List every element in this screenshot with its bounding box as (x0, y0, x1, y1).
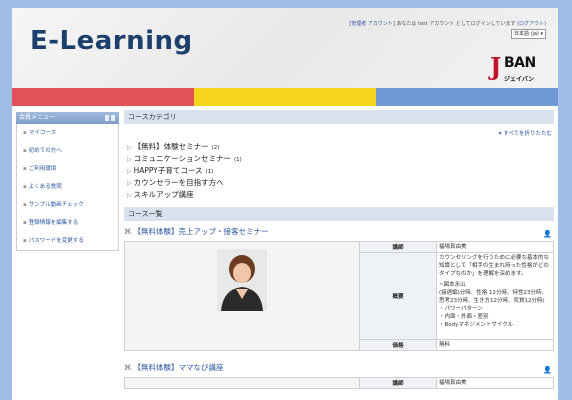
bullet-icon: ▪ (23, 130, 27, 136)
category-count: (1) (233, 157, 242, 163)
member-menu-list: ▪ マイコース ▪ 初めての方へ ▪ ご利用環境 ▪ よくある質問 ▪ サンプル動画チェッ… (16, 124, 119, 251)
bullet-icon: ▪ (23, 238, 27, 244)
course-icon: ⌘ (124, 227, 132, 236)
triangle-right-icon: ▷ (127, 180, 132, 187)
category-item[interactable]: ▷ 【無料】体験セミナー (2) (124, 141, 554, 153)
jban-logo: J BAN ジェイバン (490, 52, 546, 86)
overview-line: ・内面・外面・差別 (439, 314, 489, 320)
brand-kana: ジェイバン (504, 76, 535, 83)
sidebar-item-label: サンプル動画チェック (28, 202, 84, 208)
person-icon: 👤 (543, 230, 552, 238)
overview-paragraph: カウンセリングを行うために必要な基本的な知識として「相手の生まれ持った性格がどの… (439, 255, 550, 277)
bullet-icon: ▪ (23, 220, 27, 226)
person-icon: 👤 (543, 366, 552, 374)
instructor-name: 福場真由美 (436, 377, 554, 389)
category-name: 【無料】体験セミナー (133, 142, 209, 151)
collapse-all-link[interactable]: ▾ すべてを折りたたむ (124, 129, 552, 137)
course-info-table: 講師 福場真由美 (124, 377, 554, 389)
sidebar-item-my-courses[interactable]: ▪ マイコース (17, 124, 118, 142)
overview-line: ・Bodyマネジメントサイクル (439, 322, 514, 328)
bullet-icon: ▪ (23, 148, 27, 154)
category-count: (2) (211, 145, 220, 151)
sidebar-item-label: ご利用環境 (28, 166, 57, 172)
instructor-label: 講師 (359, 241, 437, 253)
instructor-photo-cell (124, 377, 360, 389)
color-stripes (12, 88, 558, 106)
category-item[interactable]: ▷ カウンセラーを目指す方へ (124, 177, 554, 189)
category-name: カウンセラーを目指す方へ (133, 178, 224, 187)
sidebar-item-label: 初めての方へ (28, 148, 62, 154)
overview-line: (接遇編)分時、性格 12分時、特性23分時、思考23分時、生き方12分時、気質… (439, 290, 548, 304)
overview-text: カウンセリングを行うために必要な基本的な知識として「相手の生まれ持った性格がどの… (436, 252, 554, 340)
triangle-right-icon: ▷ (127, 156, 132, 163)
block-controls-icon[interactable] (105, 115, 115, 121)
page: E-Learning [管理者 アカウント] あなたは test アカウント と… (12, 8, 558, 400)
instructor-photo (217, 249, 267, 311)
instructor-photo-cell (124, 241, 360, 351)
category-item[interactable]: ▷ スキルアップ講座 (124, 189, 554, 201)
triangle-right-icon: ▷ (127, 168, 132, 175)
sidebar-item-label: よくある質問 (28, 184, 62, 190)
sidebar-item-environment[interactable]: ▪ ご利用環境 (17, 160, 118, 178)
member-menu-heading: 会員メニュー (16, 112, 119, 124)
member-menu-title: 会員メニュー (19, 114, 56, 121)
collapse-all-label: すべてを折りたたむ (503, 131, 552, 137)
instructor-label: 講師 (359, 377, 437, 389)
sidebar-item-faq[interactable]: ▪ よくある質問 (17, 178, 118, 196)
bullet-icon: ▪ (23, 184, 27, 190)
price-label: 価格 (359, 339, 437, 351)
bullet-icon: ▪ (23, 202, 27, 208)
sidebar-item-sample-video[interactable]: ▪ サンプル動画チェック (17, 196, 118, 214)
course-title-text: 【無料体験】ママなび講座 (133, 363, 224, 372)
course-info-table: 講師 福場真由美 概要 カウンセリングを行うために必要な基本的な知識として「相手… (124, 241, 554, 351)
course-title[interactable]: ⌘ 【無料体験】売上アップ・接客セミナー 👤 (124, 225, 554, 239)
sidebar-item-change-password[interactable]: ▪ パスワードを変更する (17, 232, 118, 250)
stripe-red (12, 88, 194, 106)
main-content: コースカテゴリ ▾ すべてを折りたたむ ▷ 【無料】体験セミナー (2) ▷ コミュニ… (124, 110, 554, 389)
course-categories-heading: コースカテゴリ (124, 110, 554, 124)
course-list-heading: コース一覧 (124, 207, 554, 221)
category-name: HAPPY子育てコース (133, 166, 203, 175)
sidebar-item-first-time[interactable]: ▪ 初めての方へ (17, 142, 118, 160)
category-name: コミュニケーションセミナー (133, 154, 231, 163)
course-title-text: 【無料体験】売上アップ・接客セミナー (133, 227, 269, 236)
site-header: E-Learning [管理者 アカウント] あなたは test アカウント と… (12, 8, 558, 88)
member-menu-block: 会員メニュー ▪ マイコース ▪ 初めての方へ ▪ ご利用環境 ▪ よくある質問 ▪ サン… (16, 112, 119, 251)
price-value: 無料 (436, 339, 554, 351)
site-logo-title[interactable]: E-Learning (30, 26, 193, 56)
language-select[interactable]: 日本語 (ja) ▾ (510, 29, 546, 39)
login-status-text: あなたは test アカウント としてログインしています (396, 21, 516, 27)
category-item[interactable]: ▷ コミュニケーションセミナー (1) (124, 153, 554, 165)
brand-name: BAN (504, 55, 536, 71)
overview-line: ~図本永山 (439, 282, 466, 288)
admin-account-link[interactable]: [管理者 アカウント] (349, 21, 395, 27)
course-icon: ⌘ (124, 363, 132, 372)
brand-initial: J (490, 52, 502, 81)
bullet-icon: ▪ (23, 166, 27, 172)
language-value: 日本語 (ja) (513, 31, 539, 37)
course-title[interactable]: ⌘ 【無料体験】ママなび講座 👤 (124, 361, 554, 375)
login-info: [管理者 アカウント] あなたは test アカウント としてログインしています… (349, 20, 546, 27)
logout-link[interactable]: (ログアウト) (517, 21, 546, 27)
sidebar-item-label: マイコース (28, 130, 56, 136)
category-count: (1) (205, 169, 214, 175)
stripe-yellow (194, 88, 376, 106)
sidebar-item-label: 登録情報を編集する (28, 220, 79, 226)
stripe-blue (376, 88, 558, 106)
category-name: スキルアップ講座 (133, 190, 194, 199)
triangle-right-icon: ▷ (127, 192, 132, 199)
overview-line: ・パワーパターン (439, 306, 483, 312)
overview-label: 概要 (359, 252, 437, 340)
triangle-right-icon: ▷ (127, 144, 132, 151)
instructor-name: 福場真由美 (436, 241, 554, 253)
sidebar-item-edit-profile[interactable]: ▪ 登録情報を編集する (17, 214, 118, 232)
category-item[interactable]: ▷ HAPPY子育てコース (1) (124, 165, 554, 177)
sidebar-item-label: パスワードを変更する (28, 238, 84, 244)
